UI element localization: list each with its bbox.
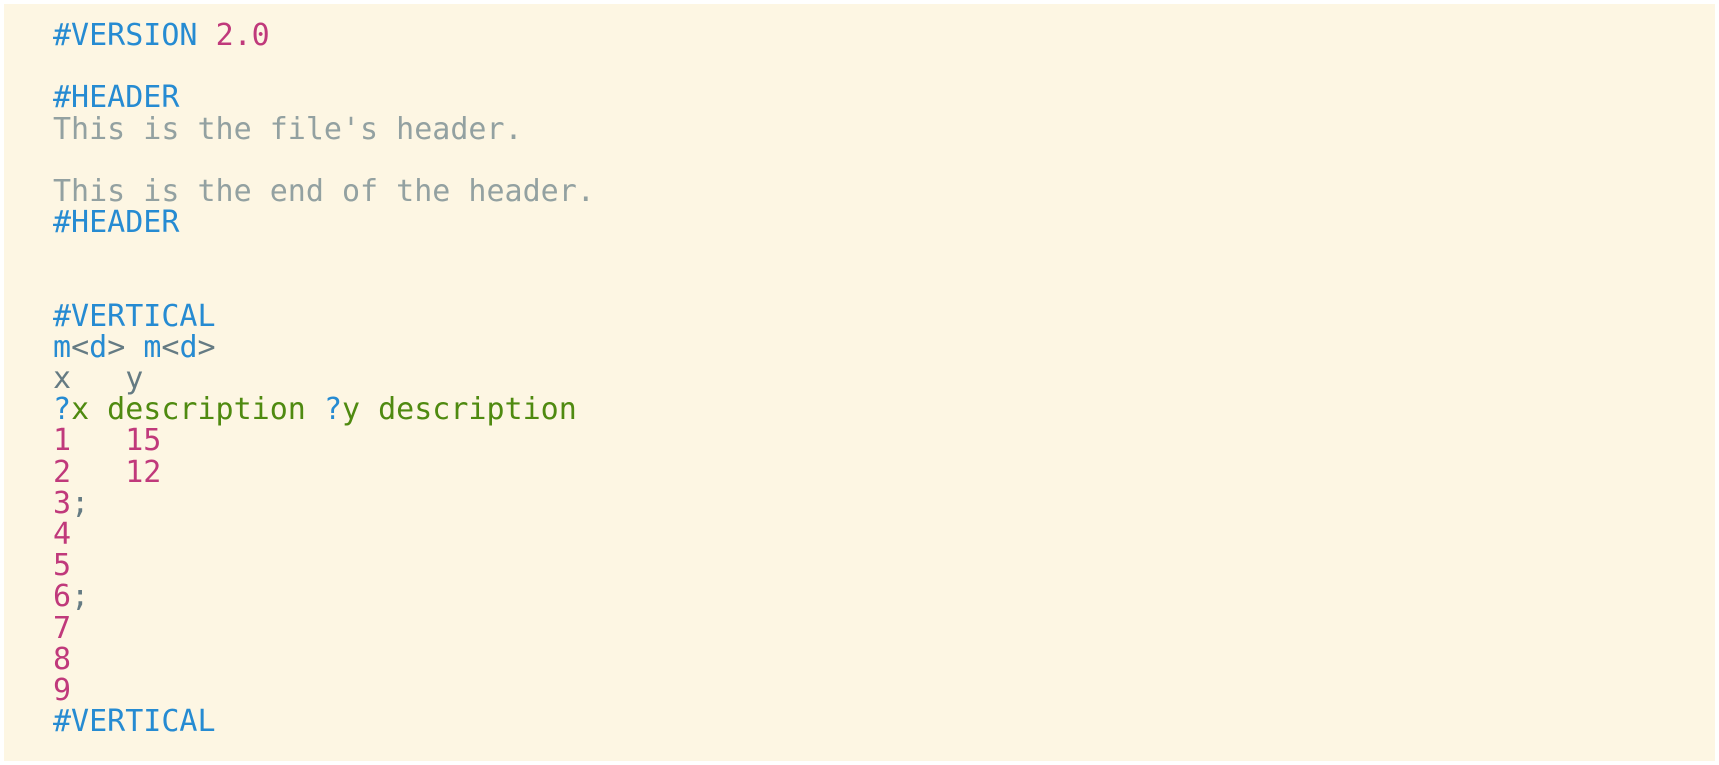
code-token: x y (53, 361, 144, 397)
code-token: y description (342, 392, 577, 428)
code-token: This is the file's header. (53, 111, 523, 147)
code-content: #VERSION 2.0 #HEADER This is the file's he… (53, 20, 1715, 737)
code-token: #HEADER (53, 205, 180, 241)
code-token: 6 (53, 579, 72, 615)
code-line: ?x description ?y description (53, 394, 1715, 425)
code-line: #VERTICAL (53, 706, 1715, 737)
code-line: This is the file's header. (53, 111, 1715, 147)
code-token: 1 (53, 423, 72, 459)
code-token: 2.0 (215, 18, 270, 53)
code-line: #VERTICAL (53, 301, 1715, 332)
code-token: > (197, 329, 216, 365)
code-token: ? (53, 392, 72, 428)
code-token: 3 (53, 485, 72, 521)
code-token: #VERSION (53, 18, 198, 53)
code-token: 7 (53, 610, 72, 646)
code-token: ; (71, 579, 90, 615)
code-token: x description (71, 392, 324, 428)
code-token: #VERTICAL (53, 298, 216, 334)
code-token: d (89, 329, 108, 365)
code-line: m<d> m<d> (53, 332, 1715, 363)
code-token: 8 (53, 641, 72, 677)
code-token: #VERTICAL (53, 704, 216, 740)
code-line: 2 12 (53, 457, 1715, 488)
code-token: 5 (53, 548, 72, 584)
code-token: d (179, 329, 198, 365)
code-token: > (107, 329, 126, 365)
code-line: 3; (53, 488, 1715, 519)
code-token: 2 (53, 454, 72, 490)
code-token: 15 (125, 423, 162, 459)
code-line: #HEADER (53, 207, 1715, 238)
code-token: 4 (53, 517, 72, 552)
code-editor[interactable]: #VERSION 2.0 #HEADER This is the file's he… (4, 4, 1715, 761)
code-line: 1 15 (53, 425, 1715, 456)
code-token: < (161, 329, 180, 365)
code-token: ; (71, 485, 90, 521)
code-token: 12 (125, 454, 162, 490)
code-line: 7 (53, 610, 1715, 646)
code-token: < (71, 329, 90, 365)
code-token: #HEADER (53, 80, 180, 116)
code-line: 9 (53, 675, 1715, 706)
code-line: #HEADER (53, 82, 1715, 113)
code-line: This is the end of the header. (53, 176, 1715, 207)
code-token: ? (323, 392, 342, 428)
code-token: m (143, 329, 162, 365)
code-token: 9 (53, 672, 72, 708)
code-line: x y (53, 363, 1715, 394)
code-line: 4 (53, 519, 1715, 550)
code-token: This is the end of the header. (53, 173, 595, 209)
code-token: m (53, 329, 72, 365)
code-line: 6; (53, 581, 1715, 612)
code-line: 5 (53, 550, 1715, 581)
code-line: 8 (53, 644, 1715, 675)
code-line: #VERSION 2.0 (53, 20, 1715, 51)
